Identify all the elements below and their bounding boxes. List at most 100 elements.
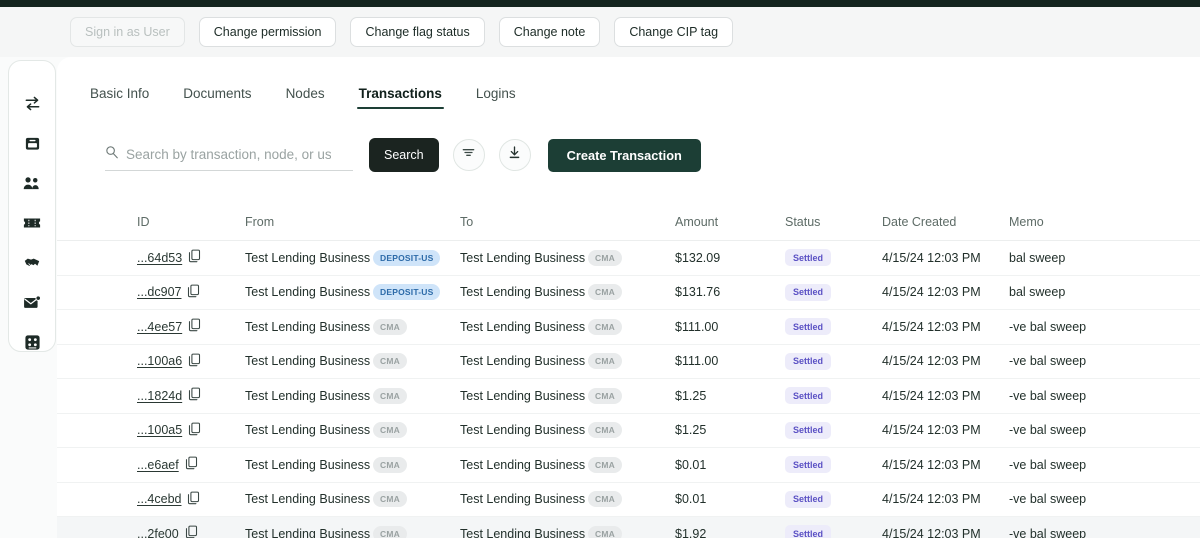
- cell-amount: $1.92: [675, 526, 707, 538]
- cell-from: Test Lending Business CMA: [245, 387, 460, 404]
- create-transaction-button[interactable]: Create Transaction: [547, 138, 701, 172]
- transaction-id-link[interactable]: ...1824d: [137, 389, 182, 403]
- cell-memo: bal sweep: [1009, 250, 1066, 265]
- copy-icon[interactable]: [188, 353, 201, 370]
- filter-icon: [461, 145, 476, 165]
- status-badge: Settled: [785, 318, 832, 336]
- transaction-id-link[interactable]: ...dc907: [137, 285, 181, 299]
- copy-icon[interactable]: [188, 422, 201, 439]
- status-badge: Settled: [785, 525, 832, 538]
- sidebar-item-partners[interactable]: [20, 254, 44, 272]
- transaction-id-link[interactable]: ...2fe00: [137, 527, 179, 538]
- tab-basic-info[interactable]: Basic Info: [90, 86, 149, 109]
- search-input[interactable]: [126, 147, 331, 162]
- sidebar-item-messages[interactable]: [20, 294, 44, 312]
- action-button-0: Sign in as User: [70, 17, 185, 47]
- table-row[interactable]: ...dc907 Test Lending Business DEPOSIT-US T…: [57, 276, 1200, 310]
- cell-to: Test Lending Business CMA: [460, 422, 675, 439]
- sidebar-item-tickets[interactable]: [20, 214, 44, 232]
- cell-status: Settled: [785, 318, 882, 336]
- transaction-id-link[interactable]: ...e6aef: [137, 458, 179, 472]
- transaction-id-link[interactable]: ...4cebd: [137, 492, 181, 506]
- status-badge: Settled: [785, 421, 832, 439]
- cell-status: Settled: [785, 283, 882, 301]
- copy-icon[interactable]: [188, 249, 201, 266]
- cell-amount: $111.00: [675, 319, 719, 334]
- copy-icon[interactable]: [188, 387, 201, 404]
- to-party-name: Test Lending Business: [460, 250, 586, 265]
- from-party-name: Test Lending Business: [245, 354, 371, 369]
- ticket-icon: [23, 216, 41, 230]
- table-row[interactable]: ...4cebd Test Lending Business CMA Test Len…: [57, 483, 1200, 517]
- download-button[interactable]: [498, 139, 531, 171]
- cell-from: Test Lending Business CMA: [245, 525, 460, 538]
- transaction-id-link[interactable]: ...64d53: [137, 251, 182, 265]
- action-button-2[interactable]: Change flag status: [350, 17, 485, 47]
- cell-memo: -ve bal sweep: [1009, 492, 1087, 507]
- filter-button[interactable]: [452, 139, 485, 171]
- handshake-icon: [23, 255, 41, 271]
- sidebar-item-apps[interactable]: [20, 333, 44, 351]
- table-row[interactable]: ...100a5 Test Lending Business CMA Test Len…: [57, 414, 1200, 448]
- transaction-id-link[interactable]: ...100a6: [137, 354, 182, 368]
- cell-date-created: 4/15/24 12:03 PM: [882, 492, 981, 507]
- cell-id: ...dc907: [137, 284, 245, 301]
- search-button[interactable]: Search: [369, 138, 439, 172]
- cell-status: Settled: [785, 525, 882, 538]
- from-account-tag: CMA: [373, 491, 407, 508]
- cell-status: Settled: [785, 456, 882, 474]
- copy-icon[interactable]: [185, 456, 198, 473]
- to-party-name: Test Lending Business: [460, 526, 586, 538]
- cell-memo: -ve bal sweep: [1009, 526, 1087, 538]
- table-row[interactable]: ...1824d Test Lending Business CMA Test Len…: [57, 379, 1200, 414]
- from-account-tag: CMA: [373, 456, 407, 473]
- to-party-name: Test Lending Business: [460, 354, 586, 369]
- inbox-tray-icon: [24, 135, 41, 152]
- copy-icon[interactable]: [188, 318, 201, 335]
- transfer-arrows-icon: [24, 95, 41, 112]
- to-party-name: Test Lending Business: [460, 285, 586, 300]
- table-row[interactable]: ...64d53 Test Lending Business DEPOSIT-US T…: [57, 241, 1200, 276]
- sidebar-item-transfers[interactable]: [20, 95, 44, 113]
- cell-from: Test Lending Business CMA: [245, 318, 460, 335]
- tab-logins[interactable]: Logins: [476, 86, 516, 109]
- sidebar-item-users[interactable]: [20, 174, 44, 192]
- table-row[interactable]: ...2fe00 Test Lending Business CMA Test Len…: [57, 517, 1200, 538]
- cell-id: ...100a5: [137, 422, 245, 439]
- transaction-id-link[interactable]: ...100a5: [137, 423, 182, 437]
- cell-memo: -ve bal sweep: [1009, 319, 1087, 334]
- action-button-1[interactable]: Change permission: [198, 17, 337, 47]
- download-icon: [507, 145, 522, 165]
- tab-transactions[interactable]: Transactions: [356, 86, 445, 109]
- transaction-id-link[interactable]: ...4ee57: [137, 320, 182, 334]
- cell-date-created: 4/15/24 12:03 PM: [882, 319, 981, 334]
- tab-documents[interactable]: Documents: [183, 86, 251, 109]
- copy-icon[interactable]: [185, 525, 198, 538]
- search-icon: [105, 145, 119, 164]
- search-field-wrapper[interactable]: [105, 139, 353, 171]
- table-toolbar: Search C: [105, 138, 701, 172]
- cell-memo: -ve bal sweep: [1009, 388, 1087, 403]
- action-button-4[interactable]: Change CIP tag: [614, 17, 734, 47]
- table-row[interactable]: ...e6aef Test Lending Business CMA Test Len…: [57, 448, 1200, 483]
- to-party-name: Test Lending Business: [460, 457, 586, 472]
- cell-memo: -ve bal sweep: [1009, 354, 1087, 369]
- copy-icon[interactable]: [187, 284, 200, 301]
- to-party-name: Test Lending Business: [460, 423, 586, 438]
- action-button-3[interactable]: Change note: [498, 17, 601, 47]
- cell-id: ...64d53: [137, 249, 245, 266]
- status-badge: Settled: [785, 352, 832, 370]
- copy-icon[interactable]: [187, 491, 200, 508]
- from-party-name: Test Lending Business: [245, 423, 371, 438]
- cell-from: Test Lending Business CMA: [245, 422, 460, 439]
- from-account-tag: DEPOSIT-US: [373, 249, 441, 266]
- sidebar-item-inbox[interactable]: [20, 135, 44, 153]
- column-header-amount: Amount: [675, 215, 719, 229]
- cell-id: ...e6aef: [137, 456, 245, 473]
- to-account-tag: CMA: [588, 249, 622, 266]
- tab-nodes[interactable]: Nodes: [286, 86, 325, 109]
- table-row[interactable]: ...100a6 Test Lending Business CMA Test Len…: [57, 345, 1200, 379]
- from-party-name: Test Lending Business: [245, 388, 371, 403]
- table-row[interactable]: ...4ee57 Test Lending Business CMA Test Len…: [57, 310, 1200, 345]
- from-account-tag: DEPOSIT-US: [373, 284, 441, 301]
